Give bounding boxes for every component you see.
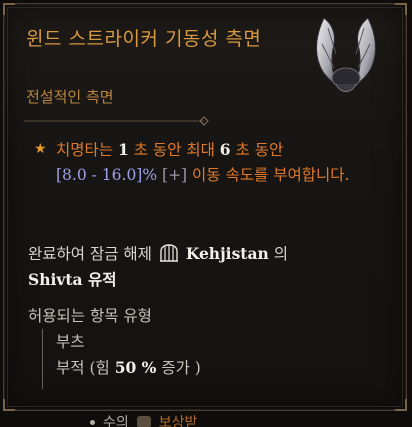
affix-range: [8.0 - 16.0]%: [56, 166, 158, 184]
allowed-type-value: 50 %: [114, 358, 157, 377]
affix-value: 1: [117, 140, 129, 159]
corner-ornament: [3, 399, 15, 411]
corner-ornament: [395, 3, 407, 15]
silver-wings-icon: [316, 17, 376, 92]
allowed-types-list: 부츠 부적 (힘 50 % 증가 ): [42, 329, 342, 389]
bullet-icon: [90, 419, 95, 425]
underlying-list-peek: 수의 보상받: [90, 415, 197, 427]
unlock-requirement: 완료하여 잠금 해제 Kehjistan 의 Shivta 유적: [28, 244, 288, 289]
aspect-affix: ★ 치명타는 1 초 동안 최대 6 초 동안 [8.0 - 16.0]% [+…: [34, 137, 386, 188]
allowed-type-item: 부츠: [56, 333, 85, 351]
item-thumb-icon: [136, 416, 151, 427]
legendary-star-icon: ★: [34, 141, 47, 157]
aspect-tooltip: 윈드 스트라이커 기동성 측면 전설적인 측면 ★ 치명타는 1 초 동안 최대…: [3, 3, 407, 411]
dungeon-name: Shivta: [28, 270, 83, 289]
section-divider: [24, 116, 209, 126]
allowed-type-item: 부적 (힘 50 % 증가 ): [56, 358, 201, 377]
gate-icon: [159, 244, 178, 262]
aspect-rarity: 전설적인 측면: [26, 88, 114, 106]
allowed-types-heading: 허용되는 항목 유형: [28, 307, 152, 325]
affix-plus: [+]: [162, 166, 188, 184]
aspect-title: 윈드 스트라이커 기동성 측면: [26, 28, 262, 50]
corner-ornament: [395, 399, 407, 411]
corner-ornament: [3, 3, 15, 15]
affix-value: 6: [219, 140, 231, 159]
location-name: Kehjistan: [185, 244, 269, 263]
